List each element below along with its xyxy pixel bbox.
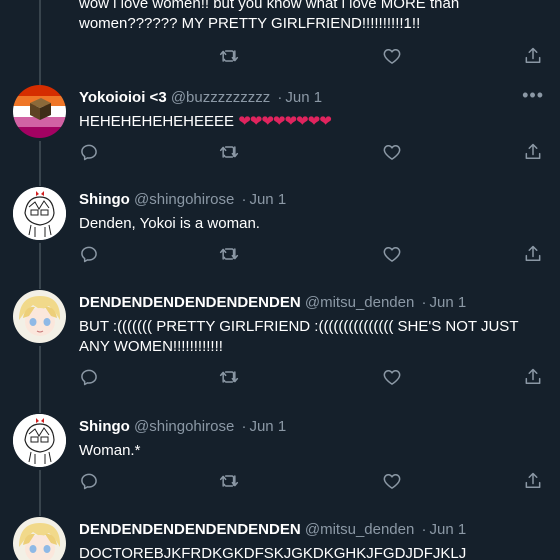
- display-name[interactable]: DENDENDENDENDENDENDEN: [79, 294, 301, 311]
- share-button[interactable]: [523, 46, 543, 66]
- avatar[interactable]: [13, 414, 66, 467]
- share-button[interactable]: [523, 471, 543, 491]
- avatar[interactable]: [13, 290, 66, 343]
- tweet-text: Woman.*: [79, 442, 141, 459]
- share-icon: [523, 367, 543, 387]
- avatar[interactable]: [13, 187, 66, 240]
- share-icon: [523, 471, 543, 491]
- tweet[interactable]: DENDENDENDENDENDENDEN @mitsu_denden · Jun…: [0, 289, 560, 413]
- chibi-sketch-avatar-image: [13, 414, 66, 467]
- like-icon: [382, 244, 402, 264]
- thread-line: [39, 470, 41, 516]
- retweet-button[interactable]: [219, 142, 239, 162]
- tweet-date[interactable]: Jun 1: [285, 89, 322, 106]
- tweet-text: HEHEHEHEHEHEEEE: [79, 113, 239, 130]
- reply-icon: [79, 367, 99, 387]
- thread-line: [39, 243, 41, 289]
- reply-button[interactable]: [79, 471, 99, 491]
- like-button[interactable]: [382, 367, 402, 387]
- like-button[interactable]: [382, 46, 402, 66]
- tweet-date[interactable]: Jun 1: [430, 294, 467, 311]
- reply-icon: [79, 244, 99, 264]
- chibi-sketch-avatar-image: [13, 187, 66, 240]
- like-button[interactable]: [382, 244, 402, 264]
- user-handle[interactable]: @mitsu_denden: [305, 521, 414, 538]
- like-button[interactable]: [382, 471, 402, 491]
- heart-emojis: ❤❤❤❤❤❤❤❤: [238, 113, 332, 130]
- lesbian-flag-cube-avatar-image: [13, 85, 66, 138]
- more-icon[interactable]: •••: [522, 86, 544, 104]
- display-name[interactable]: Shingo: [79, 418, 130, 435]
- like-button[interactable]: [382, 142, 402, 162]
- tweet-actions: [79, 244, 550, 268]
- retweet-icon: [219, 471, 239, 491]
- tweet-date[interactable]: Jun 1: [430, 521, 467, 538]
- tweet[interactable]: wow i love women!! but you know what i l…: [0, 0, 560, 90]
- share-icon: [523, 142, 543, 162]
- tweet-text: DOCTOREBJKFRDKGKDFSKJGKDKGHKJFGDJDFJKLJ: [79, 545, 467, 560]
- like-icon: [382, 142, 402, 162]
- blonde-anime-avatar-image: [13, 290, 66, 343]
- blonde-anime-avatar-image: [13, 517, 66, 560]
- display-name[interactable]: Shingo: [79, 191, 130, 208]
- like-icon: [382, 367, 402, 387]
- retweet-icon: [219, 142, 239, 162]
- reply-icon: [79, 471, 99, 491]
- tweet-text: BUT :((((((( PRETTY GIRLFRIEND :((((((((…: [79, 318, 519, 355]
- retweet-icon: [219, 367, 239, 387]
- separator-dot: ·: [421, 294, 427, 311]
- share-icon: [523, 244, 543, 264]
- separator-dot: ·: [241, 191, 247, 208]
- tweet[interactable]: Shingo @shingohirose · Jun 1 Denden, Yoko…: [0, 186, 560, 289]
- retweet-button[interactable]: [219, 471, 239, 491]
- user-handle[interactable]: @mitsu_denden: [305, 294, 414, 311]
- user-handle[interactable]: @shingohirose: [134, 418, 234, 435]
- avatar[interactable]: [13, 517, 66, 560]
- tweet[interactable]: Shingo @shingohirose · Jun 1 Woman.*: [0, 413, 560, 516]
- retweet-button[interactable]: [219, 244, 239, 264]
- retweet-icon: [219, 46, 239, 66]
- retweet-button[interactable]: [219, 367, 239, 387]
- share-button[interactable]: [523, 367, 543, 387]
- tweet-thread: wow i love women!! but you know what i l…: [0, 0, 560, 560]
- display-name[interactable]: DENDENDENDENDENDENDEN: [79, 521, 301, 538]
- share-button[interactable]: [523, 142, 543, 162]
- tweet-text: wow i love women!! but you know what i l…: [79, 0, 460, 32]
- share-button[interactable]: [523, 244, 543, 264]
- like-icon: [382, 46, 402, 66]
- avatar[interactable]: [13, 85, 66, 138]
- separator-dot: ·: [241, 418, 247, 435]
- tweet-text: Denden, Yokoi is a woman.: [79, 215, 260, 232]
- tweet-actions: [79, 46, 550, 70]
- separator-dot: ·: [421, 521, 427, 538]
- thread-line: [39, 346, 41, 413]
- tweet-actions: [79, 367, 550, 391]
- tweet[interactable]: DENDENDENDENDENDENDEN @mitsu_denden · Jun…: [0, 516, 560, 560]
- retweet-button[interactable]: [219, 46, 239, 66]
- tweet-actions: [79, 142, 550, 166]
- reply-icon: [79, 142, 99, 162]
- thread-line: [39, 0, 41, 90]
- tweet-actions: [79, 471, 550, 495]
- like-icon: [382, 471, 402, 491]
- tweet-date[interactable]: Jun 1: [249, 191, 286, 208]
- thread-line: [39, 141, 41, 186]
- tweet[interactable]: Yokoioioi <3 @buzzzzzzzzz · Jun 1 ••• HEH…: [0, 84, 560, 186]
- display-name[interactable]: Yokoioioi <3: [79, 89, 167, 106]
- separator-dot: ·: [277, 89, 283, 106]
- reply-button[interactable]: [79, 367, 99, 387]
- reply-button[interactable]: [79, 244, 99, 264]
- user-handle[interactable]: @shingohirose: [134, 191, 234, 208]
- share-icon: [523, 46, 543, 66]
- reply-button[interactable]: [79, 142, 99, 162]
- user-handle[interactable]: @buzzzzzzzzz: [171, 89, 270, 106]
- retweet-icon: [219, 244, 239, 264]
- tweet-date[interactable]: Jun 1: [249, 418, 286, 435]
- tweet-text-container: HEHEHEHEHEHEEEE ❤❤❤❤❤❤❤❤: [79, 112, 550, 132]
